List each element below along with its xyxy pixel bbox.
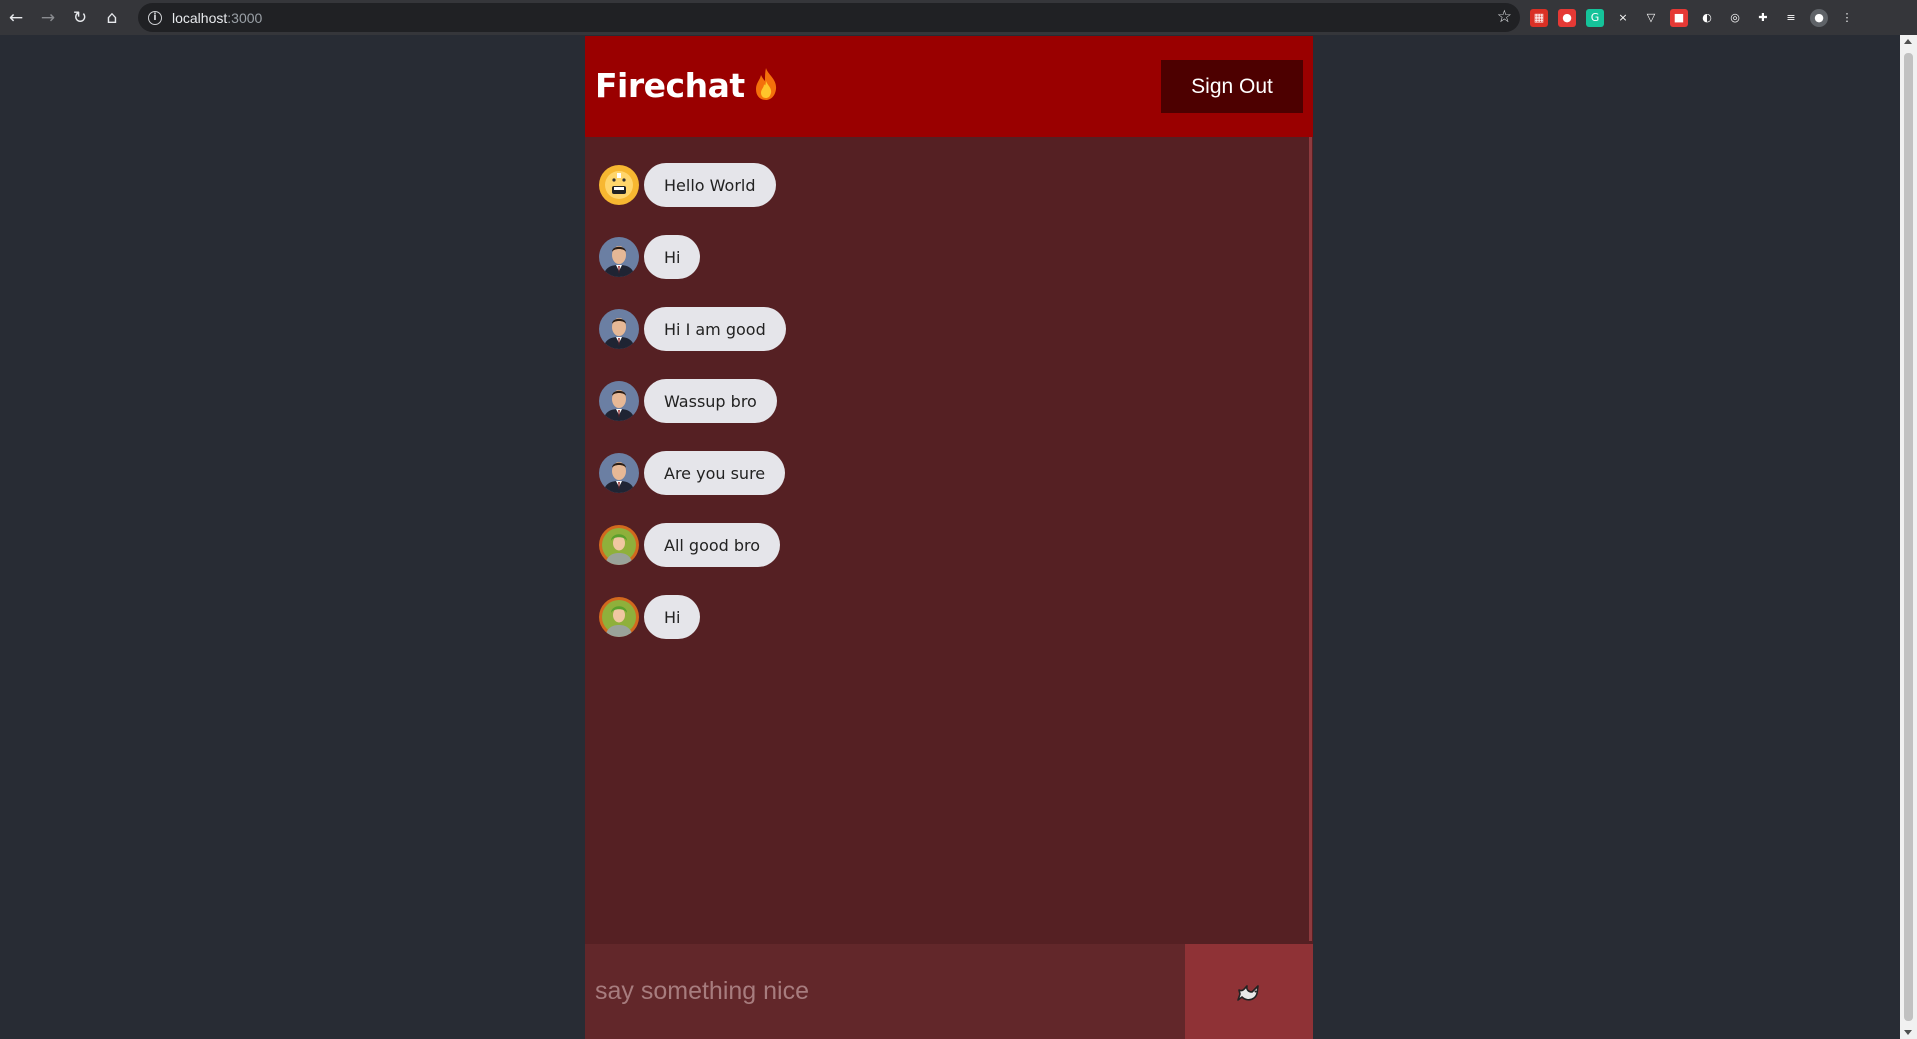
pocket-icon[interactable]: ▽ — [1642, 8, 1660, 27]
app-title: Firechat — [595, 66, 779, 105]
extensions-bar: ▦ ● G × ▽ ■ ◐ ◎ ✚ ≡ ● ⋮ — [1530, 0, 1856, 35]
menu-kebab-icon[interactable]: ⋮ — [1838, 8, 1856, 27]
message-bubble: Hi — [644, 235, 701, 279]
message-row: All good bro — [599, 523, 1299, 567]
message-list: Hello World Hi Hi I am good Wassup bro Are y… — [599, 163, 1299, 667]
avatar — [599, 165, 639, 205]
site-info-icon[interactable]: i — [148, 10, 162, 25]
send-button[interactable] — [1185, 944, 1313, 1039]
message-row: Hello World — [599, 163, 1299, 207]
ext-target-icon[interactable]: ◎ — [1726, 8, 1744, 27]
ext-gift-icon[interactable]: ■ — [1670, 8, 1688, 27]
avatar — [599, 309, 639, 349]
chat-app: Firechat Sign Out Hello World Hi Hi I am g… — [585, 36, 1313, 1039]
address-bar[interactable]: i localhost:3000 ☆ — [138, 3, 1520, 32]
message-bubble: Hi I am good — [644, 307, 786, 351]
calendar-ext-icon[interactable]: ▦ — [1530, 8, 1548, 27]
reading-list-icon[interactable]: ≡ — [1782, 8, 1800, 27]
forward-icon[interactable]: → — [32, 0, 64, 35]
page-scrollbar[interactable] — [1900, 35, 1917, 1039]
message-bubble: All good bro — [644, 523, 781, 567]
message-composer — [585, 944, 1313, 1039]
browser-toolbar: ← → ↻ ⌂ i localhost:3000 ☆ ▦ ● G × ▽ ■ ◐ ◎ ✚ ≡ ● ⋮ — [0, 0, 1917, 35]
dark-mode-icon[interactable]: ◐ — [1698, 8, 1716, 27]
back-icon[interactable]: ← — [0, 0, 32, 35]
app-header: Firechat Sign Out — [585, 36, 1313, 137]
scroll-up-icon[interactable] — [1904, 39, 1912, 44]
dove-icon — [1237, 984, 1259, 1001]
message-bubble: Are you sure — [644, 451, 786, 495]
url-text: localhost:3000 — [172, 9, 263, 26]
avatar — [599, 381, 639, 421]
reload-icon[interactable]: ↻ — [64, 0, 96, 35]
message-row: Hi I am good — [599, 307, 1299, 351]
message-row: Hi — [599, 595, 1299, 639]
message-row: Wassup bro — [599, 379, 1299, 423]
scroll-down-icon[interactable] — [1904, 1030, 1912, 1035]
avatar — [599, 237, 639, 277]
message-bubble: Hello World — [644, 163, 776, 207]
home-icon[interactable]: ⌂ — [96, 0, 128, 35]
chat-divider — [1309, 137, 1312, 941]
message-row: Hi — [599, 235, 1299, 279]
avatar — [599, 597, 639, 637]
profile-avatar-icon[interactable]: ● — [1810, 8, 1828, 27]
message-bubble: Hi — [644, 595, 701, 639]
ext-x-icon[interactable]: × — [1614, 8, 1632, 27]
avatar — [599, 525, 639, 565]
ext-red-icon[interactable]: ● — [1558, 8, 1576, 27]
message-bubble: Wassup bro — [644, 379, 777, 423]
avatar — [599, 453, 639, 493]
grammarly-icon[interactable]: G — [1586, 8, 1604, 27]
message-input[interactable] — [585, 944, 1185, 1039]
bookmark-star-icon[interactable]: ☆ — [1497, 7, 1512, 27]
message-row: Are you sure — [599, 451, 1299, 495]
scrollbar-thumb[interactable] — [1904, 53, 1913, 1021]
sign-out-button[interactable]: Sign Out — [1161, 60, 1303, 113]
extensions-puzzle-icon[interactable]: ✚ — [1754, 8, 1772, 27]
fire-icon — [755, 68, 776, 100]
